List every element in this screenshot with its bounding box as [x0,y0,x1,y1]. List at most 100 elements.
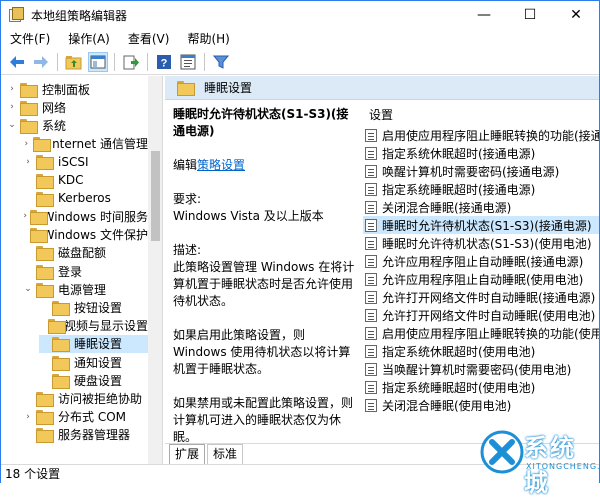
minimize-button[interactable]: — [461,1,507,29]
setting-row[interactable]: 启用使应用程序阻止睡眠转换的功能(接通 [363,126,599,144]
export-icon[interactable] [121,52,141,72]
tree-item[interactable]: 硬盘设置 [39,371,148,389]
expand-right-icon[interactable]: › [23,412,33,422]
description-panel: 睡眠时允许待机状态(S1-S3)(接通电源) 编辑策略设置 要求: Windows… [173,106,355,463]
menu-help[interactable]: 帮助(H) [178,29,238,49]
details-header: 睡眠设置 [165,76,599,100]
tree-item-label: 按钮设置 [74,300,123,315]
menu-action[interactable]: 操作(A) [59,29,119,49]
tree-item[interactable]: ⌄ 电源管理 [23,280,148,298]
tree-item[interactable]: 睡眠设置 [39,334,148,353]
tree-item-label: 磁盘配额 [58,246,107,261]
policy-icon [365,218,377,232]
setting-row[interactable]: 允许打开网络文件时自动睡眠(使用电池) [363,306,599,324]
tree-item-label: 通知设置 [74,355,123,370]
tab-standard[interactable]: 标准 [207,444,244,464]
expand-down-icon[interactable]: ⌄ [23,284,33,294]
tree-item[interactable]: › Internet 通信管理 [23,135,148,153]
folder-icon [20,118,38,134]
tree-item[interactable]: 登录 [23,262,148,280]
expand-down-icon[interactable]: ⌄ [7,120,17,130]
setting-row[interactable]: 允许打开网络文件时自动睡眠(接通电源) [363,288,599,306]
tree-item[interactable]: 访问被拒绝协助 [23,389,148,407]
show-tree-icon[interactable] [88,51,108,72]
tree-item[interactable]: ⌄ 系统 [7,116,148,134]
properties-icon[interactable] [178,52,198,72]
forward-icon[interactable] [31,52,51,72]
menu-bar: 文件(F) 操作(A) 查看(V) 帮助(H) [1,29,599,49]
setting-row[interactable]: 允许应用程序阻止自动睡眠(接通电源) [363,252,599,270]
requirements-label: 要求: [173,192,202,206]
close-button[interactable]: ✕ [553,1,599,29]
setting-row[interactable]: 指定系统睡眠超时(使用电池) [363,378,599,396]
setting-row[interactable]: 睡眠时允许待机状态(S1-S3)(接通电源) [363,216,599,234]
settings-column-header[interactable]: 设置 [363,104,599,126]
description-label: 描述: [173,243,202,257]
tab-extended[interactable]: 扩展 [169,444,206,464]
setting-label: 指定系统休眠超时(接通电源) [382,146,536,161]
edit-line: 编辑策略设置 [173,157,355,174]
details-pane: 睡眠设置 睡眠时允许待机状态(S1-S3)(接通电源) 编辑策略设置 要求: Wi… [165,76,599,464]
tree-item[interactable]: 视频与显示设置 [39,317,148,335]
folder-icon [52,337,70,353]
title-bar[interactable]: 本地组策略编辑器 — ☐ ✕ [1,1,599,29]
tree-item[interactable]: 通知设置 [39,353,148,371]
tree-scrollbar[interactable] [148,76,162,464]
menu-view[interactable]: 查看(V) [119,29,179,49]
tree-item-label: Windows 时间服务 [42,209,148,224]
setting-row[interactable]: 睡眠时允许待机状态(S1-S3)(使用电池) [363,234,599,252]
enabled-text: 如果启用此策略设置，则 Windows 使用待机状态以将计算机置于睡眠状态。 [173,328,351,376]
tree-item[interactable]: 服务器管理器 [23,426,148,444]
setting-row[interactable]: 启用使应用程序阻止睡眠转换的功能(使用 [363,324,599,342]
setting-row[interactable]: 唤醒计算机时需要密码(接通电源) [363,162,599,180]
tree-item[interactable]: Windows 文件保护 [23,226,148,244]
tree-item-label: 系统 [42,118,67,133]
expand-right-icon[interactable]: › [7,84,17,94]
tree-pane: › 控制面板 › 网络 ⌄ 系统 › Internet 通信管理 › iSCSI KDC Kerber… [1,76,163,464]
tree-item[interactable]: › 控制面板 [7,80,148,98]
setting-label: 睡眠时允许待机状态(S1-S3)(接通电源) [382,218,592,233]
tree-item-label: 网络 [42,100,67,115]
tree-item[interactable]: › 分布式 COM [23,408,148,426]
setting-row[interactable]: 指定系统休眠超时(接通电源) [363,144,599,162]
setting-row[interactable]: 当唤醒计算机时需要密码(使用电池) [363,360,599,378]
tree-item[interactable]: 按钮设置 [39,298,148,316]
tree-item-label: 登录 [58,264,83,279]
expand-right-icon[interactable]: › [7,102,17,112]
setting-row[interactable]: 指定系统休眠超时(使用电池) [363,342,599,360]
tree-item[interactable]: KDC [23,171,148,189]
folder-icon [177,81,195,96]
maximize-button[interactable]: ☐ [507,1,553,29]
tree-item[interactable]: › 网络 [7,98,148,116]
view-tabs: 扩展 标准 [169,444,245,464]
expand-right-icon[interactable]: › [23,139,30,149]
setting-row[interactable]: 允许应用程序阻止自动睡眠(使用电池) [363,270,599,288]
setting-label: 允许打开网络文件时自动睡眠(使用电池) [382,308,596,323]
setting-row[interactable]: 关闭混合睡眠(接通电源) [363,198,599,216]
folder-icon [36,391,54,407]
setting-label: 关闭混合睡眠(使用电池) [382,398,512,413]
setting-row[interactable]: 指定系统睡眠超时(接通电源) [363,180,599,198]
setting-row[interactable]: 关闭混合睡眠(使用电池) [363,396,599,414]
expand-right-icon[interactable]: › [23,157,33,167]
tree-item-label: Windows 文件保护 [42,228,148,243]
gpedit-app-icon [9,7,25,23]
tree-item[interactable]: › iSCSI [23,153,148,171]
back-icon[interactable] [7,52,27,72]
policy-icon [365,362,377,376]
tree-item[interactable]: Kerberos [23,189,148,207]
menu-file[interactable]: 文件(F) [1,29,59,49]
expand-right-icon[interactable]: › [23,211,27,221]
filter-icon[interactable] [211,52,231,72]
tree-item[interactable]: › Windows 时间服务 [23,207,148,225]
tree-item-label: 访问被拒绝协助 [58,391,143,406]
help-icon[interactable]: ? [154,52,174,72]
folder-icon [52,300,70,316]
edit-policy-link[interactable]: 策略设置 [197,158,245,172]
folder-up-icon[interactable] [64,52,84,72]
tree-item-label: iSCSI [58,154,89,169]
tree-scrollbar-thumb[interactable] [151,151,160,241]
tree-item[interactable]: 磁盘配额 [23,244,148,262]
folder-icon [36,155,54,171]
policy-icon [365,164,377,178]
